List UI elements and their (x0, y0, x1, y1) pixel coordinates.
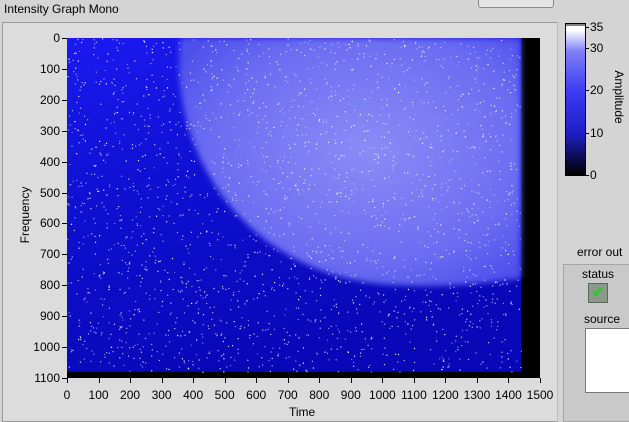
y-tick-label: 800 (39, 278, 60, 293)
y-tick-mark (62, 254, 67, 255)
x-axis-title: Time (289, 405, 316, 419)
source-field[interactable] (585, 328, 629, 393)
y-tick-label: 900 (39, 309, 60, 324)
x-tick-label: 1500 (526, 388, 554, 402)
color-scale-title-wrap: Amplitude (612, 62, 626, 132)
y-tick-label: 1100 (34, 371, 60, 385)
x-tick-label: 300 (151, 388, 172, 402)
x-tick-mark (162, 378, 163, 383)
x-tick-mark (414, 378, 415, 383)
x-tick-mark (540, 378, 541, 383)
color-scale-tick-mark (585, 27, 589, 28)
y-tick-mark (62, 100, 67, 101)
x-tick-label: 1100 (400, 388, 427, 402)
x-tick-label: 1400 (495, 388, 522, 402)
y-tick-label: 1000 (33, 340, 60, 355)
color-scale-svg (566, 24, 585, 175)
y-tick-label: 400 (39, 154, 60, 169)
x-tick-label: 0 (63, 388, 71, 402)
x-tick-mark (225, 378, 226, 383)
y-tick-label: 700 (39, 247, 60, 262)
y-tick-mark (62, 162, 67, 163)
y-tick-mark (62, 69, 67, 70)
x-tick-mark (288, 378, 289, 383)
status-indicator[interactable]: ✔ (588, 283, 608, 303)
y-axis-title-wrap: Frequency (15, 185, 35, 245)
color-scale-tick-label: 0 (590, 168, 597, 182)
y-tick-mark (62, 131, 67, 132)
color-scale-tick-mark (585, 133, 589, 134)
y-tick-label: 300 (39, 123, 60, 138)
source-label: source (584, 312, 621, 326)
x-tick-label: 100 (88, 388, 109, 402)
x-tick-label: 500 (214, 388, 235, 402)
x-tick-mark (319, 378, 320, 383)
x-tick-label: 700 (277, 388, 298, 402)
error-out-label: error out (577, 245, 623, 259)
y-tick-label: 100 (39, 61, 60, 76)
color-scale-title: Amplitude (612, 70, 626, 124)
x-tick-mark (99, 378, 100, 383)
x-tick-mark (382, 378, 383, 383)
x-tick-mark (256, 378, 257, 383)
color-scale-tick-mark (585, 48, 589, 49)
y-tick-mark (62, 347, 67, 348)
color-scale-tick-mark (585, 175, 589, 176)
x-tick-label: 1200 (432, 388, 459, 402)
y-tick-mark (62, 38, 67, 39)
top-button[interactable] (478, 0, 554, 8)
y-tick-label: 200 (39, 92, 60, 107)
color-scale-bar (565, 23, 586, 176)
graph-title: Intensity Graph Mono (4, 2, 119, 16)
x-tick-mark (130, 378, 131, 383)
y-axis-title: Frequency (18, 186, 32, 244)
color-scale-tick-label: 30 (590, 40, 604, 55)
x-tick-label: 1000 (368, 388, 396, 402)
color-scale-tick-mark (585, 90, 589, 91)
x-tick-mark (193, 378, 194, 383)
y-tick-mark (62, 223, 67, 224)
y-tick-label: 600 (39, 216, 60, 231)
intensity-plot-area[interactable] (67, 38, 540, 378)
intensity-plot-svg (67, 38, 522, 373)
y-tick-label: 500 (39, 185, 60, 200)
color-scale-tick-label: 35 (590, 19, 604, 34)
x-tick-label: 600 (246, 388, 267, 402)
x-tick-label: 1300 (463, 388, 491, 402)
y-tick-label: 0 (53, 31, 60, 45)
x-tick-mark (508, 378, 509, 383)
x-tick-mark (445, 378, 446, 383)
color-scale-tick-label: 20 (590, 83, 604, 98)
x-tick-label: 200 (120, 388, 141, 402)
y-tick-mark (62, 285, 67, 286)
check-icon: ✔ (592, 284, 604, 300)
x-tick-label: 800 (309, 388, 330, 402)
y-tick-mark (62, 316, 67, 317)
x-tick-label: 400 (183, 388, 204, 402)
x-tick-mark (351, 378, 352, 383)
x-tick-mark (477, 378, 478, 383)
x-tick-mark (67, 378, 68, 383)
color-scale-tick-label: 10 (590, 125, 604, 140)
status-label: status (582, 267, 615, 281)
y-tick-mark (62, 193, 67, 194)
x-tick-label: 900 (340, 388, 361, 402)
